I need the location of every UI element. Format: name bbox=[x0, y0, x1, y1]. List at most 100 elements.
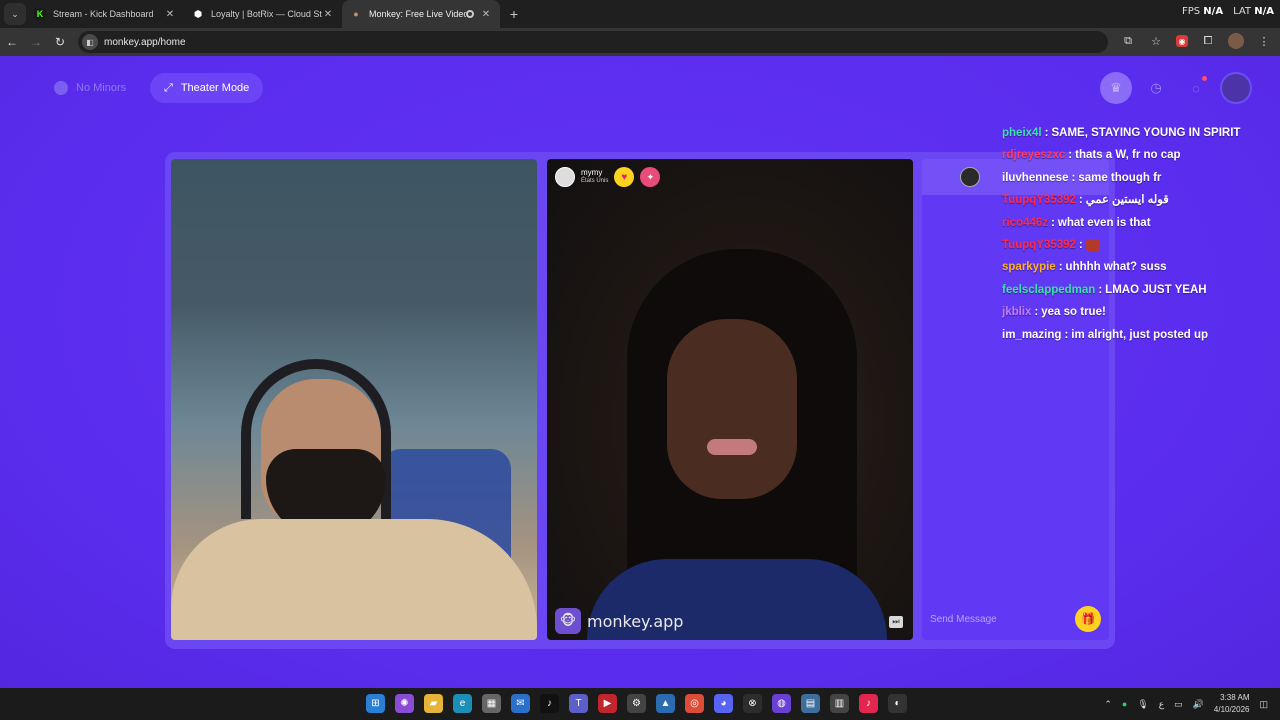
brand-label: monkey.app bbox=[587, 611, 684, 631]
brand-watermark: 🐵 monkey.app bbox=[555, 608, 683, 634]
bookmark-star-icon[interactable]: ☆ bbox=[1148, 33, 1164, 49]
chat-text: same though fr bbox=[1078, 171, 1162, 184]
copilot-icon[interactable]: ✺ bbox=[395, 694, 414, 713]
chat-separator: : bbox=[1071, 171, 1076, 184]
tab-kick-dashboard[interactable]: K Stream - Kick Dashboard ✕ bbox=[26, 0, 184, 28]
new-tab-button[interactable]: + bbox=[504, 6, 524, 22]
chat-username[interactable]: iluvhennese bbox=[1002, 172, 1068, 184]
no-minors-toggle[interactable]: No Minors bbox=[40, 73, 140, 103]
emote-icon bbox=[1085, 238, 1100, 251]
heart-icon[interactable]: ♥ bbox=[614, 167, 635, 187]
peer-user-tag[interactable]: mymy États Unis ♥ ✦ bbox=[555, 167, 661, 187]
tiktok-icon[interactable]: ♪ bbox=[540, 694, 559, 713]
discord-icon[interactable]: ◕ bbox=[714, 694, 733, 713]
top-right-icons: ♛ ◷ ◌ bbox=[1100, 72, 1252, 104]
chat-username[interactable]: rdjreyeszxc bbox=[1002, 149, 1065, 161]
chat-bubble-icon[interactable]: ◌ bbox=[1180, 72, 1212, 104]
tab-title: Stream - Kick Dashboard bbox=[53, 9, 154, 19]
chat-username[interactable]: sparkypie bbox=[1002, 261, 1056, 273]
botrix-icon: ⬢ bbox=[194, 8, 202, 19]
obs-icon[interactable]: ◐ bbox=[888, 694, 907, 713]
video-stage: mymy États Unis ♥ ✦ 🐵 monkey.app ⏭ Send … bbox=[165, 152, 1115, 649]
reload-icon[interactable]: ↻ bbox=[48, 35, 72, 49]
app-purple-icon[interactable]: ◍ bbox=[772, 694, 791, 713]
mic-icon[interactable]: 🎙 bbox=[1137, 699, 1148, 710]
chat-separator: : bbox=[1034, 306, 1039, 319]
chat-username[interactable]: rico446z bbox=[1002, 217, 1048, 229]
store-icon[interactable]: ▦ bbox=[482, 694, 501, 713]
gift-icon[interactable]: 🎁 bbox=[1075, 606, 1101, 632]
settings-icon[interactable]: ⚙ bbox=[627, 694, 646, 713]
no-minors-label: No Minors bbox=[76, 82, 127, 94]
chat-text: im alright, just posted up bbox=[1071, 328, 1209, 341]
chat-separator: : bbox=[1044, 127, 1049, 139]
theater-mode-button[interactable]: ⤢ Theater Mode bbox=[150, 73, 264, 103]
recording-icon bbox=[466, 10, 474, 18]
peer-avatar bbox=[555, 167, 575, 187]
file-explorer-icon[interactable]: ▰ bbox=[424, 694, 443, 713]
calculator-icon[interactable]: ▥ bbox=[830, 694, 849, 713]
network-icon[interactable]: ▭ bbox=[1174, 699, 1183, 710]
chat-username[interactable]: TuupqY35392 bbox=[1002, 194, 1076, 206]
tab-close-icon[interactable]: ✕ bbox=[322, 9, 334, 20]
monkey-icon: ● bbox=[353, 9, 359, 19]
status-dot-icon: ● bbox=[1121, 699, 1128, 709]
tab-search-button[interactable]: ⌄ bbox=[4, 3, 26, 25]
chat-username[interactable]: TuupqY35392 bbox=[1002, 239, 1076, 251]
crown-icon[interactable]: ♛ bbox=[1100, 72, 1132, 104]
mail-icon[interactable]: ✉ bbox=[511, 694, 530, 713]
shield-icon bbox=[54, 81, 68, 95]
chat-separator: : bbox=[1068, 149, 1073, 162]
address-bar-row: ← → ↻ ◧ monkey.app/home ⧉ ☆ ◉ ⧠ ⋮ bbox=[0, 28, 1280, 56]
chat-username[interactable]: jkblix bbox=[1002, 306, 1031, 318]
clock-time: 3:38 AM bbox=[1220, 693, 1250, 702]
chat-peer-avatar bbox=[960, 167, 980, 187]
peer-country: États Unis bbox=[581, 178, 609, 184]
local-video bbox=[171, 159, 537, 640]
notepad-icon[interactable]: ▤ bbox=[801, 694, 820, 713]
local-body bbox=[171, 519, 537, 640]
forward-arrow-icon[interactable]: → bbox=[24, 35, 48, 49]
site-info-icon[interactable]: ◧ bbox=[82, 34, 98, 50]
tab-close-icon[interactable]: ✕ bbox=[164, 9, 176, 20]
teams-icon[interactable]: T bbox=[569, 694, 588, 713]
peer-face bbox=[667, 319, 797, 499]
chat-message: rico446z: what even is that bbox=[1002, 216, 1242, 230]
tray-chevron-icon[interactable]: ⌃ bbox=[1104, 699, 1112, 710]
cast-icon[interactable]: ⧉ bbox=[1120, 33, 1136, 49]
edge-icon[interactable]: e bbox=[453, 694, 472, 713]
chat-text: SAME, STAYING YOUNG IN SPIRIT bbox=[1051, 127, 1241, 139]
chat-username[interactable]: pheix4l bbox=[1002, 127, 1042, 139]
photos-icon[interactable]: ▲ bbox=[656, 694, 675, 713]
xbox-icon[interactable]: ⊗ bbox=[743, 694, 762, 713]
system-clock[interactable]: 3:38 AM 4/10/2026 bbox=[1214, 692, 1250, 716]
url-field[interactable]: ◧ monkey.app/home bbox=[78, 31, 1108, 53]
extensions-puzzle-icon[interactable]: ⧠ bbox=[1200, 33, 1216, 49]
chat-text: LMAO JUST YEAH bbox=[1105, 283, 1207, 296]
extension-icon[interactable]: ◉ bbox=[1176, 35, 1188, 47]
peer-video: mymy États Unis ♥ ✦ 🐵 monkey.app ⏭ bbox=[547, 159, 913, 640]
tiktok-studio-icon[interactable]: ♪ bbox=[859, 694, 878, 713]
windows-taskbar: ⊞ ✺ ▰ e ▦ ✉ ♪ T ▶ ⚙ ▲ ◎ ◕ ⊗ ◍ ▤ ▥ ♪ ◐ ⌃ … bbox=[0, 688, 1280, 720]
tab-close-icon[interactable]: ✕ bbox=[480, 9, 492, 20]
windows-start-icon[interactable]: ⊞ bbox=[366, 694, 385, 713]
app-red-icon[interactable]: ▶ bbox=[598, 694, 617, 713]
history-icon[interactable]: ◷ bbox=[1140, 72, 1172, 104]
input-language[interactable]: ع bbox=[1159, 699, 1164, 710]
notification-icon[interactable]: ◫ bbox=[1259, 699, 1268, 710]
chat-username[interactable]: im_mazing bbox=[1002, 329, 1061, 341]
browser-menu-icon[interactable]: ⋮ bbox=[1256, 33, 1272, 49]
gift-badge-icon[interactable]: ✦ bbox=[640, 167, 661, 187]
chat-separator: : bbox=[1078, 238, 1083, 251]
tab-botrix[interactable]: ⬢ Loyalty | BotRix — Cloud Stream ✕ bbox=[184, 0, 342, 28]
tab-monkey[interactable]: ● Monkey: Free Live Video Ch ✕ bbox=[342, 0, 500, 28]
skip-icon[interactable]: ⏭ bbox=[889, 616, 903, 628]
profile-avatar[interactable] bbox=[1228, 33, 1244, 49]
volume-icon[interactable]: 🔊 bbox=[1193, 699, 1204, 710]
chrome-icon[interactable]: ◎ bbox=[685, 694, 704, 713]
user-avatar[interactable] bbox=[1220, 72, 1252, 104]
back-arrow-icon[interactable]: ← bbox=[0, 35, 24, 49]
chat-username[interactable]: feelsclappedman bbox=[1002, 284, 1095, 296]
chat-separator: : bbox=[1051, 216, 1055, 229]
clock-date: 4/10/2026 bbox=[1213, 705, 1250, 714]
